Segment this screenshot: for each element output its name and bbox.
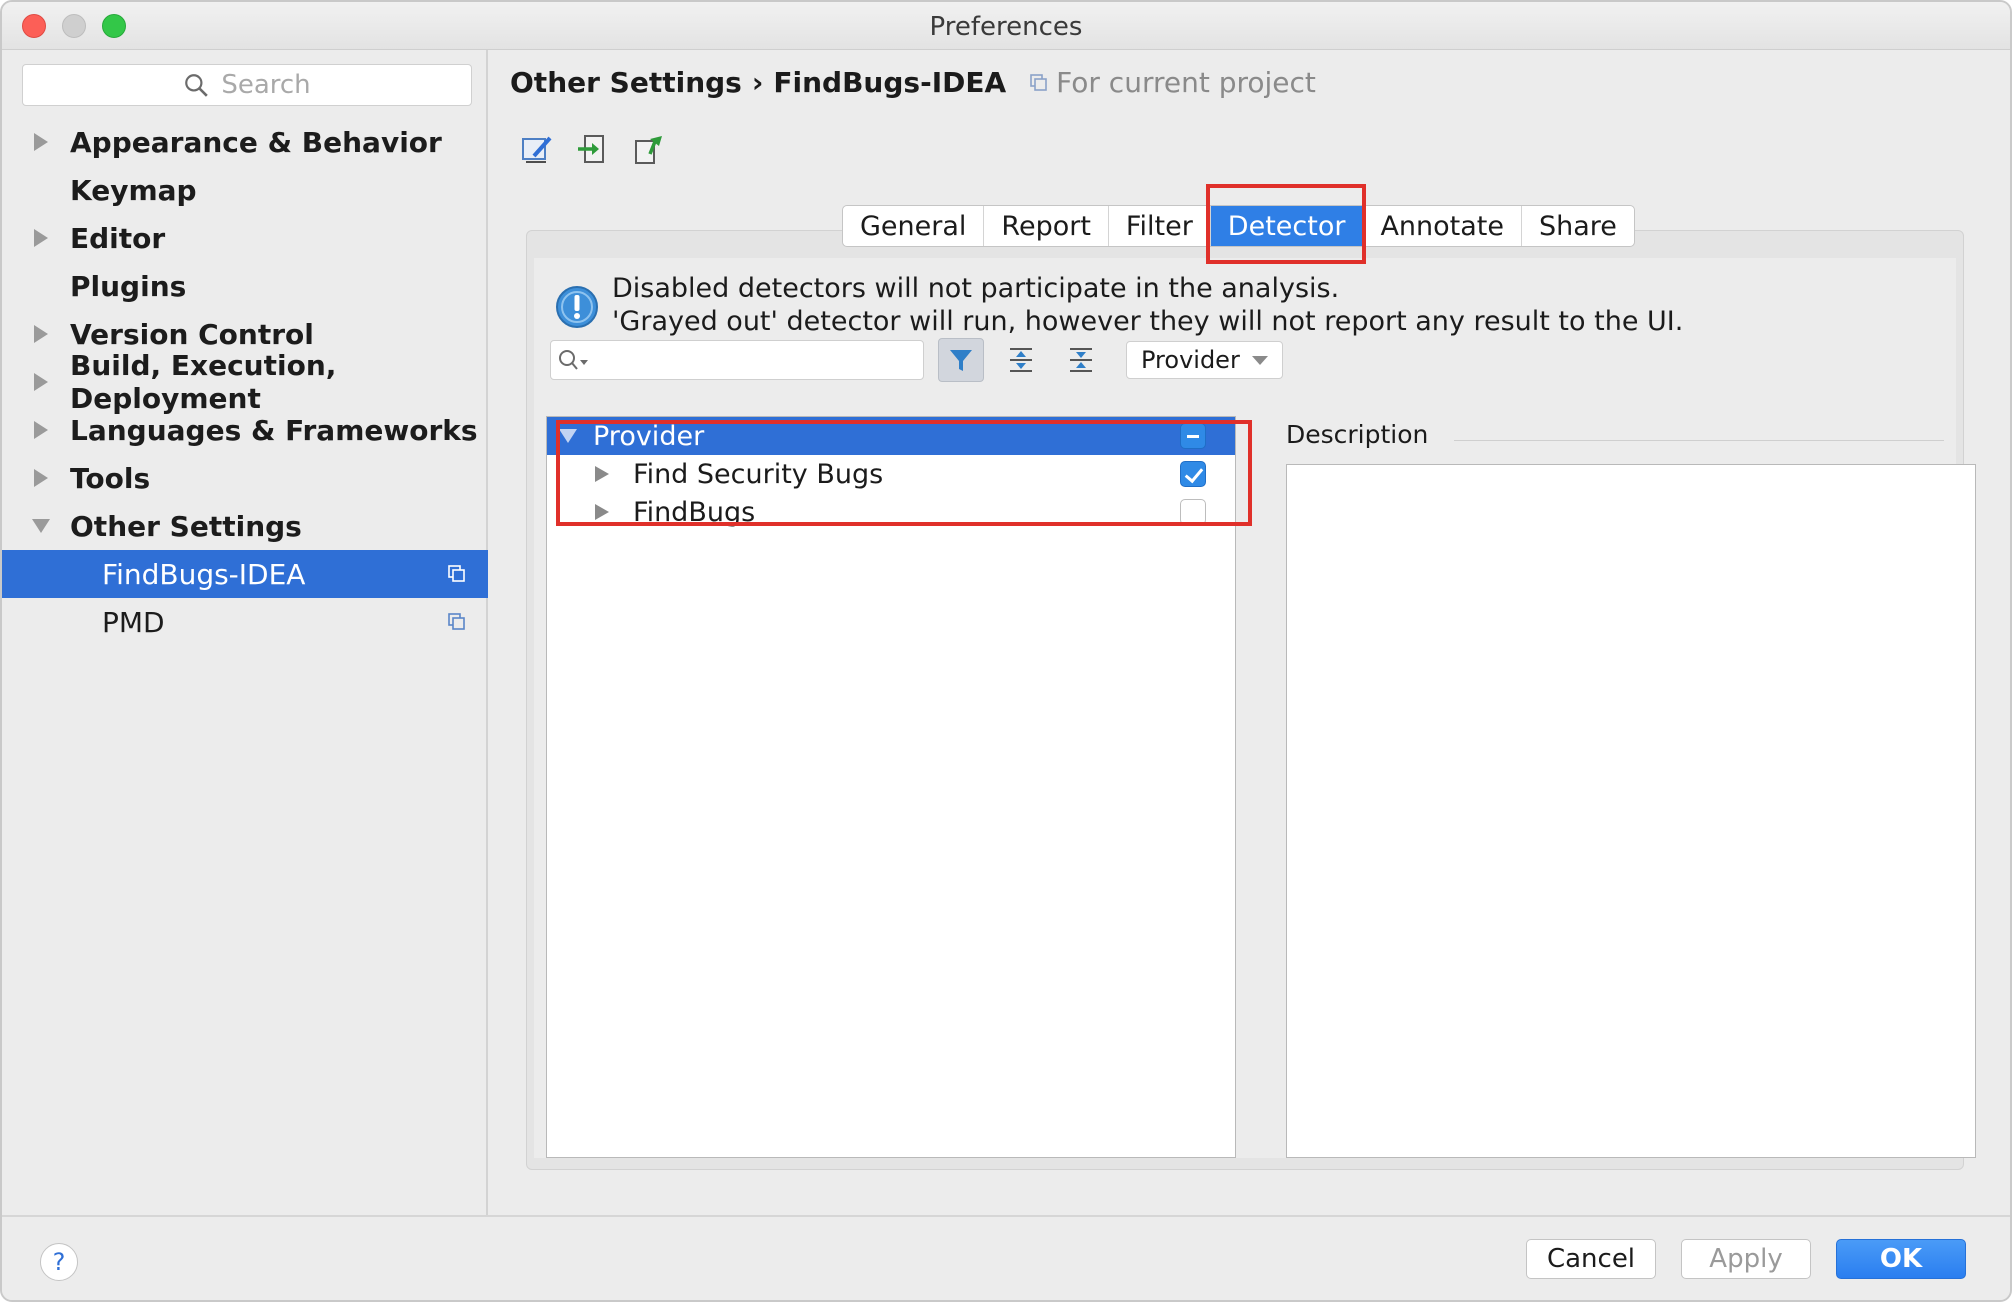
- edit-settings-icon[interactable]: [520, 132, 554, 166]
- tab-bar: General Report Filter Detector Annotate …: [842, 205, 1635, 247]
- nav-findbugs-idea[interactable]: FindBugs-IDEA: [2, 550, 488, 598]
- detector-filter-row: Provider: [550, 338, 1283, 382]
- expand-all-icon: [1010, 348, 1032, 372]
- info-line-2: 'Grayed out' detector will run, however …: [612, 306, 1684, 337]
- expand-arrow-icon[interactable]: [34, 133, 48, 151]
- copy-icon: [448, 565, 465, 582]
- description-separator: [1454, 440, 1944, 441]
- breadcrumb-separator: ›: [751, 66, 764, 99]
- expand-arrow-icon[interactable]: [34, 373, 48, 391]
- nav-build-execution-deployment[interactable]: Build, Execution, Deployment: [2, 349, 488, 415]
- settings-nav: Appearance & Behavior Keymap Editor Plug…: [2, 118, 488, 646]
- description-panel: [1286, 464, 1976, 1158]
- export-settings-icon[interactable]: [632, 132, 666, 166]
- nav-appearance-behavior[interactable]: Appearance & Behavior: [2, 118, 488, 166]
- tree-row-label: Provider: [593, 420, 705, 452]
- copy-icon: [1030, 73, 1047, 91]
- nav-keymap[interactable]: Keymap: [2, 166, 488, 214]
- tree-row-label: FindBugs: [633, 496, 756, 528]
- nav-label: Keymap: [70, 173, 197, 207]
- collapse-all-button[interactable]: [1058, 338, 1104, 382]
- collapse-arrow-icon[interactable]: [559, 429, 577, 443]
- tab-filter[interactable]: Filter: [1108, 206, 1211, 246]
- detector-tree[interactable]: Provider Find Security Bugs FindBugs: [546, 416, 1236, 1158]
- settings-toolbar: [520, 132, 666, 166]
- nav-label: Editor: [70, 221, 166, 255]
- dialog-footer: ? Cancel Apply OK: [2, 1215, 2010, 1300]
- tree-row-label: Find Security Bugs: [633, 458, 884, 490]
- filter-icon: [950, 350, 972, 371]
- expand-all-button[interactable]: [998, 338, 1044, 382]
- tree-row-find-security-bugs[interactable]: Find Security Bugs: [547, 455, 1235, 493]
- window-title: Preferences: [929, 12, 1083, 42]
- breadcrumb: Other Settings › FindBugs-IDEA For curre…: [510, 66, 1316, 99]
- nav-other-settings[interactable]: Other Settings: [2, 502, 488, 550]
- nav-label: Languages & Frameworks: [70, 413, 478, 447]
- copy-icon: [448, 613, 465, 630]
- scope-label: For current project: [1056, 66, 1316, 99]
- tab-share[interactable]: Share: [1522, 206, 1634, 246]
- expand-arrow-icon[interactable]: [34, 421, 48, 439]
- info-message: Disabled detectors will not participate …: [554, 272, 1683, 338]
- nav-pmd[interactable]: PMD: [2, 598, 488, 646]
- breadcrumb-current: FindBugs-IDEA: [773, 66, 1007, 99]
- settings-sidebar: Search Appearance & Behavior Keymap Edit…: [2, 50, 488, 1215]
- expand-arrow-icon[interactable]: [34, 229, 48, 247]
- import-settings-icon[interactable]: [576, 132, 610, 166]
- cancel-button[interactable]: Cancel: [1526, 1239, 1656, 1279]
- detector-search-input[interactable]: [550, 340, 924, 380]
- search-icon: [185, 74, 209, 97]
- provider-checkbox[interactable]: [1180, 423, 1206, 449]
- group-by-value: Provider: [1141, 346, 1240, 374]
- tab-annotate[interactable]: Annotate: [1363, 206, 1522, 246]
- nav-label: Tools: [70, 461, 151, 495]
- settings-content: Other Settings › FindBugs-IDEA For curre…: [490, 50, 2010, 1215]
- breadcrumb-parent: Other Settings: [510, 66, 742, 99]
- apply-button[interactable]: Apply: [1681, 1239, 1811, 1279]
- collapse-arrow-icon[interactable]: [32, 519, 50, 533]
- nav-plugins[interactable]: Plugins: [2, 262, 488, 310]
- nav-languages-frameworks[interactable]: Languages & Frameworks: [2, 406, 488, 454]
- settings-search-input[interactable]: Search: [22, 64, 472, 106]
- nav-label: Version Control: [70, 317, 314, 351]
- nav-label: Other Settings: [70, 509, 302, 543]
- expand-arrow-icon[interactable]: [34, 325, 48, 343]
- info-icon: [556, 286, 598, 328]
- nav-editor[interactable]: Editor: [2, 214, 488, 262]
- nav-tools[interactable]: Tools: [2, 454, 488, 502]
- find-security-bugs-checkbox[interactable]: [1180, 461, 1206, 487]
- nav-label: Appearance & Behavior: [70, 125, 442, 159]
- description-label: Description: [1286, 420, 1429, 449]
- title-bar: Preferences: [2, 2, 2010, 50]
- collapse-all-icon: [1070, 348, 1092, 372]
- findbugs-checkbox[interactable]: [1180, 499, 1206, 525]
- tab-report[interactable]: Report: [984, 206, 1109, 246]
- tab-detector[interactable]: Detector: [1210, 206, 1364, 246]
- preferences-window: Preferences Search Appearance & Behavior…: [0, 0, 2012, 1302]
- ok-button[interactable]: OK: [1836, 1239, 1966, 1279]
- info-text: Disabled detectors will not participate …: [612, 272, 1683, 338]
- expand-arrow-icon[interactable]: [595, 466, 609, 482]
- nav-label: Plugins: [70, 269, 187, 303]
- tab-general[interactable]: General: [843, 206, 985, 246]
- nav-label: PMD: [102, 605, 165, 639]
- help-button[interactable]: ?: [40, 1243, 78, 1281]
- chevron-down-icon: [1251, 355, 1268, 365]
- search-icon: [559, 350, 588, 370]
- expand-arrow-icon[interactable]: [595, 504, 609, 520]
- tree-row-provider[interactable]: Provider: [547, 417, 1235, 455]
- filter-toggle-button[interactable]: [938, 338, 984, 382]
- nav-label: FindBugs-IDEA: [102, 557, 306, 591]
- detector-panel: Disabled detectors will not participate …: [534, 258, 1976, 1158]
- tree-row-findbugs[interactable]: FindBugs: [547, 493, 1235, 531]
- project-scope: For current project: [1030, 66, 1316, 99]
- group-by-select[interactable]: Provider: [1126, 341, 1283, 379]
- info-line-1: Disabled detectors will not participate …: [612, 273, 1340, 304]
- expand-arrow-icon[interactable]: [34, 469, 48, 487]
- search-placeholder: Search: [221, 70, 311, 100]
